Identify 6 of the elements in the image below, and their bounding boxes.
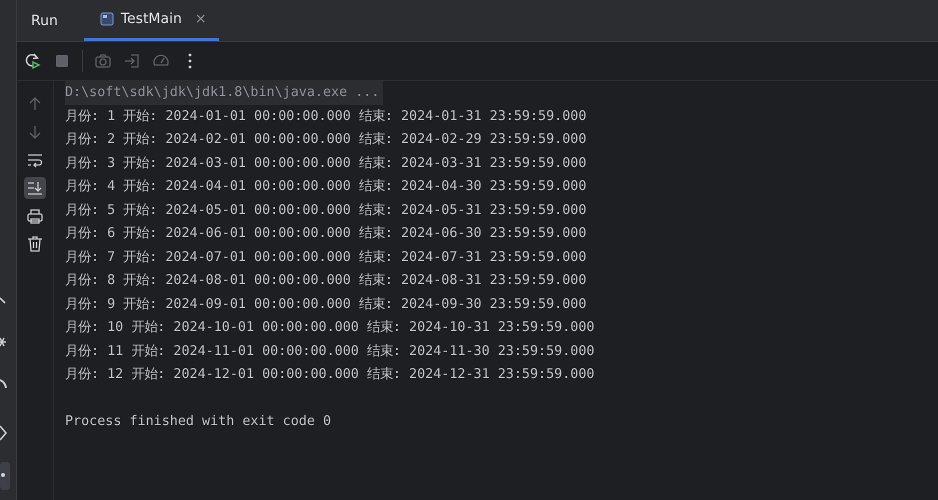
scroll-to-end-icon[interactable] xyxy=(24,177,46,199)
close-button[interactable]: × xyxy=(194,11,207,27)
console-output: D:\soft\sdk\jdk\jdk1.8\bin\java.exe ... 月份: 1 开始: 2024-01-01 00:00:00.000 结束: 2024-01-31 23:59:59.000 月份: 2 开始: 2024-02-01 00:00:00.000 结束: 2024-02-29 23:59:59.000 月份: 3 开始: 2024-03-01 00:00:00.000 结束: 2024-03-31 23:59:59.000 月份: 4 开始: 2024-04-01 00:00:00.000 结束: 2024-04-30 23:59:59.000 月份: 5 开始: 2024-05-01 00:00:00.000 结束: 2024-05-31 23:59:59.000 月份: 6 开始: 2024-06-01 00:00:00.000 结束: 2024-06-30 23:59:59.000 月份: 7 开始: 2024-07-01 00:00:00.000 结束: 2024-07-31 23:59:59.000 月份: 8 开始: 2024-08-01 00:00:00.000 结束: 2024-08-31 23:59:59.000 月份: 9 开始: 2024-09-01 00:00:00.000 结束: 2024-09-30 23:59:59.000 月份: 10 开始: 2024-10-01 00:00:00.000 结束: 2024-10-31 23:59:59.000 月份: 11 开始: 2024-11-01 00:00:00.000 结束: 2024-11-30 23:59:59.000 月份: 12 开始: 2024-12-01 00:00:00.000 结束: 2024-12-31 23:59:59.000 Process finished with exit code 0 xyxy=(54,81,938,500)
rerun-icon[interactable] xyxy=(24,52,42,70)
panel-title: Run xyxy=(31,12,58,28)
window-icon xyxy=(100,12,114,26)
